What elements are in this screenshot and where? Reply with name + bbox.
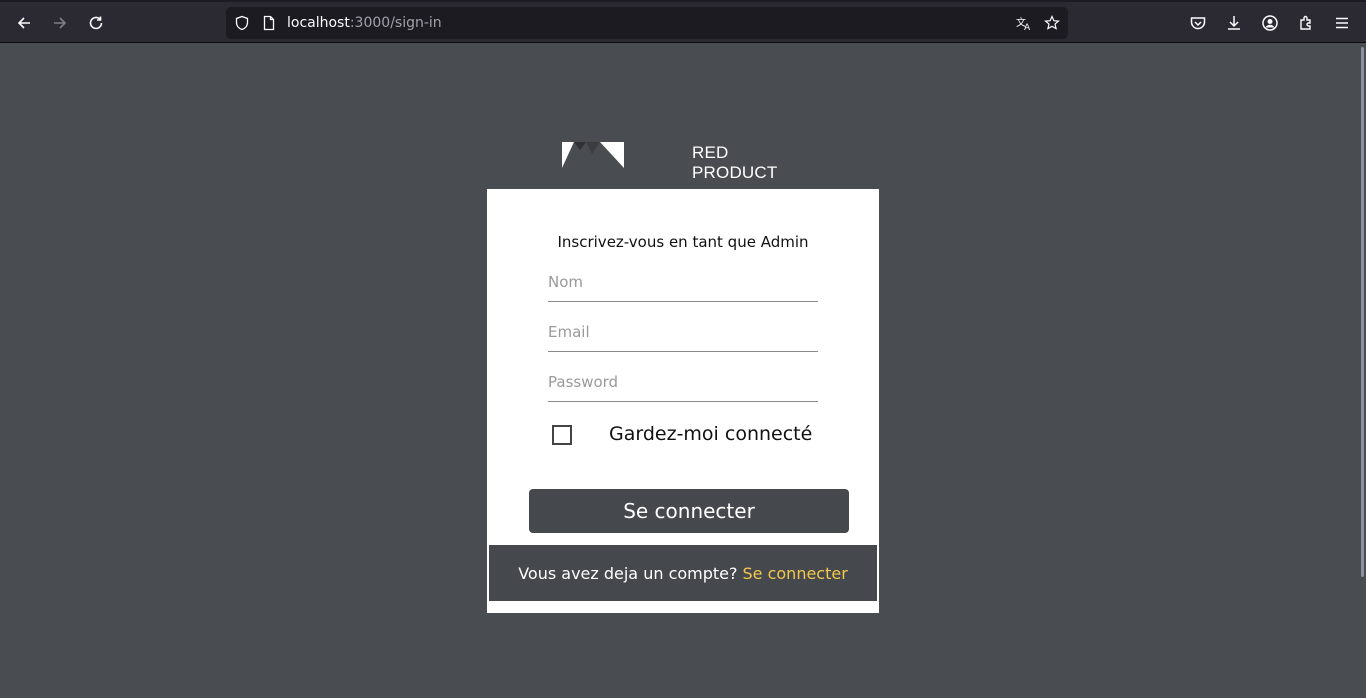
remember-checkbox[interactable]: [552, 425, 572, 445]
submit-button[interactable]: Se connecter: [529, 489, 849, 533]
shield-icon[interactable]: [233, 14, 251, 32]
extensions-icon: [1300, 15, 1311, 30]
password-input[interactable]: [548, 362, 818, 402]
page-icon[interactable]: [260, 14, 278, 32]
browser-toolbar: localhost:3000/sign-in 文A: [0, 0, 1366, 43]
page-scrollbar[interactable]: [1361, 47, 1364, 577]
svg-text:A: A: [1024, 23, 1031, 31]
signup-card: Inscrivez-vous en tant que Admin Gardez-…: [487, 189, 879, 613]
url-host: localhost: [287, 15, 350, 31]
extensions-button[interactable]: [1292, 10, 1320, 36]
pocket-button[interactable]: [1184, 10, 1212, 36]
remember-me[interactable]: Gardez-moi connecté: [552, 423, 822, 449]
url-bar[interactable]: localhost:3000/sign-in 文A: [226, 7, 1068, 39]
brand-name: RED PRODUCT: [692, 143, 778, 182]
translate-icon[interactable]: 文A: [1015, 14, 1033, 32]
forward-button[interactable]: [46, 10, 74, 36]
url-path: :3000/sign-in: [349, 15, 442, 31]
signin-footer: Vous avez deja un compte? Se connecter: [489, 545, 877, 601]
footer-prompt: Vous avez deja un compte?: [518, 563, 738, 583]
menu-button[interactable]: [1328, 10, 1356, 36]
downloads-button[interactable]: [1220, 10, 1248, 36]
name-input[interactable]: [548, 262, 818, 302]
brand-header: RED PRODUCT: [560, 135, 810, 182]
email-input[interactable]: [548, 312, 818, 352]
arrow-right-icon: [54, 17, 67, 29]
reload-button[interactable]: [82, 10, 110, 36]
download-icon: [1228, 16, 1240, 30]
reload-icon: [89, 16, 103, 30]
signin-link[interactable]: Se connecter: [743, 564, 848, 583]
star-icon[interactable]: [1043, 14, 1061, 32]
brand-logo: [562, 142, 624, 168]
url-text[interactable]: localhost:3000/sign-in: [287, 15, 442, 31]
remember-label: Gardez-moi connecté: [609, 423, 813, 445]
form-title: Inscrivez-vous en tant que Admin: [557, 233, 809, 251]
hamburger-menu-icon: [1336, 17, 1348, 29]
pocket-icon: [1190, 17, 1206, 30]
account-button[interactable]: [1256, 10, 1284, 36]
back-button[interactable]: [10, 10, 38, 36]
arrow-left-icon: [17, 17, 30, 29]
account-icon: [1262, 15, 1278, 31]
